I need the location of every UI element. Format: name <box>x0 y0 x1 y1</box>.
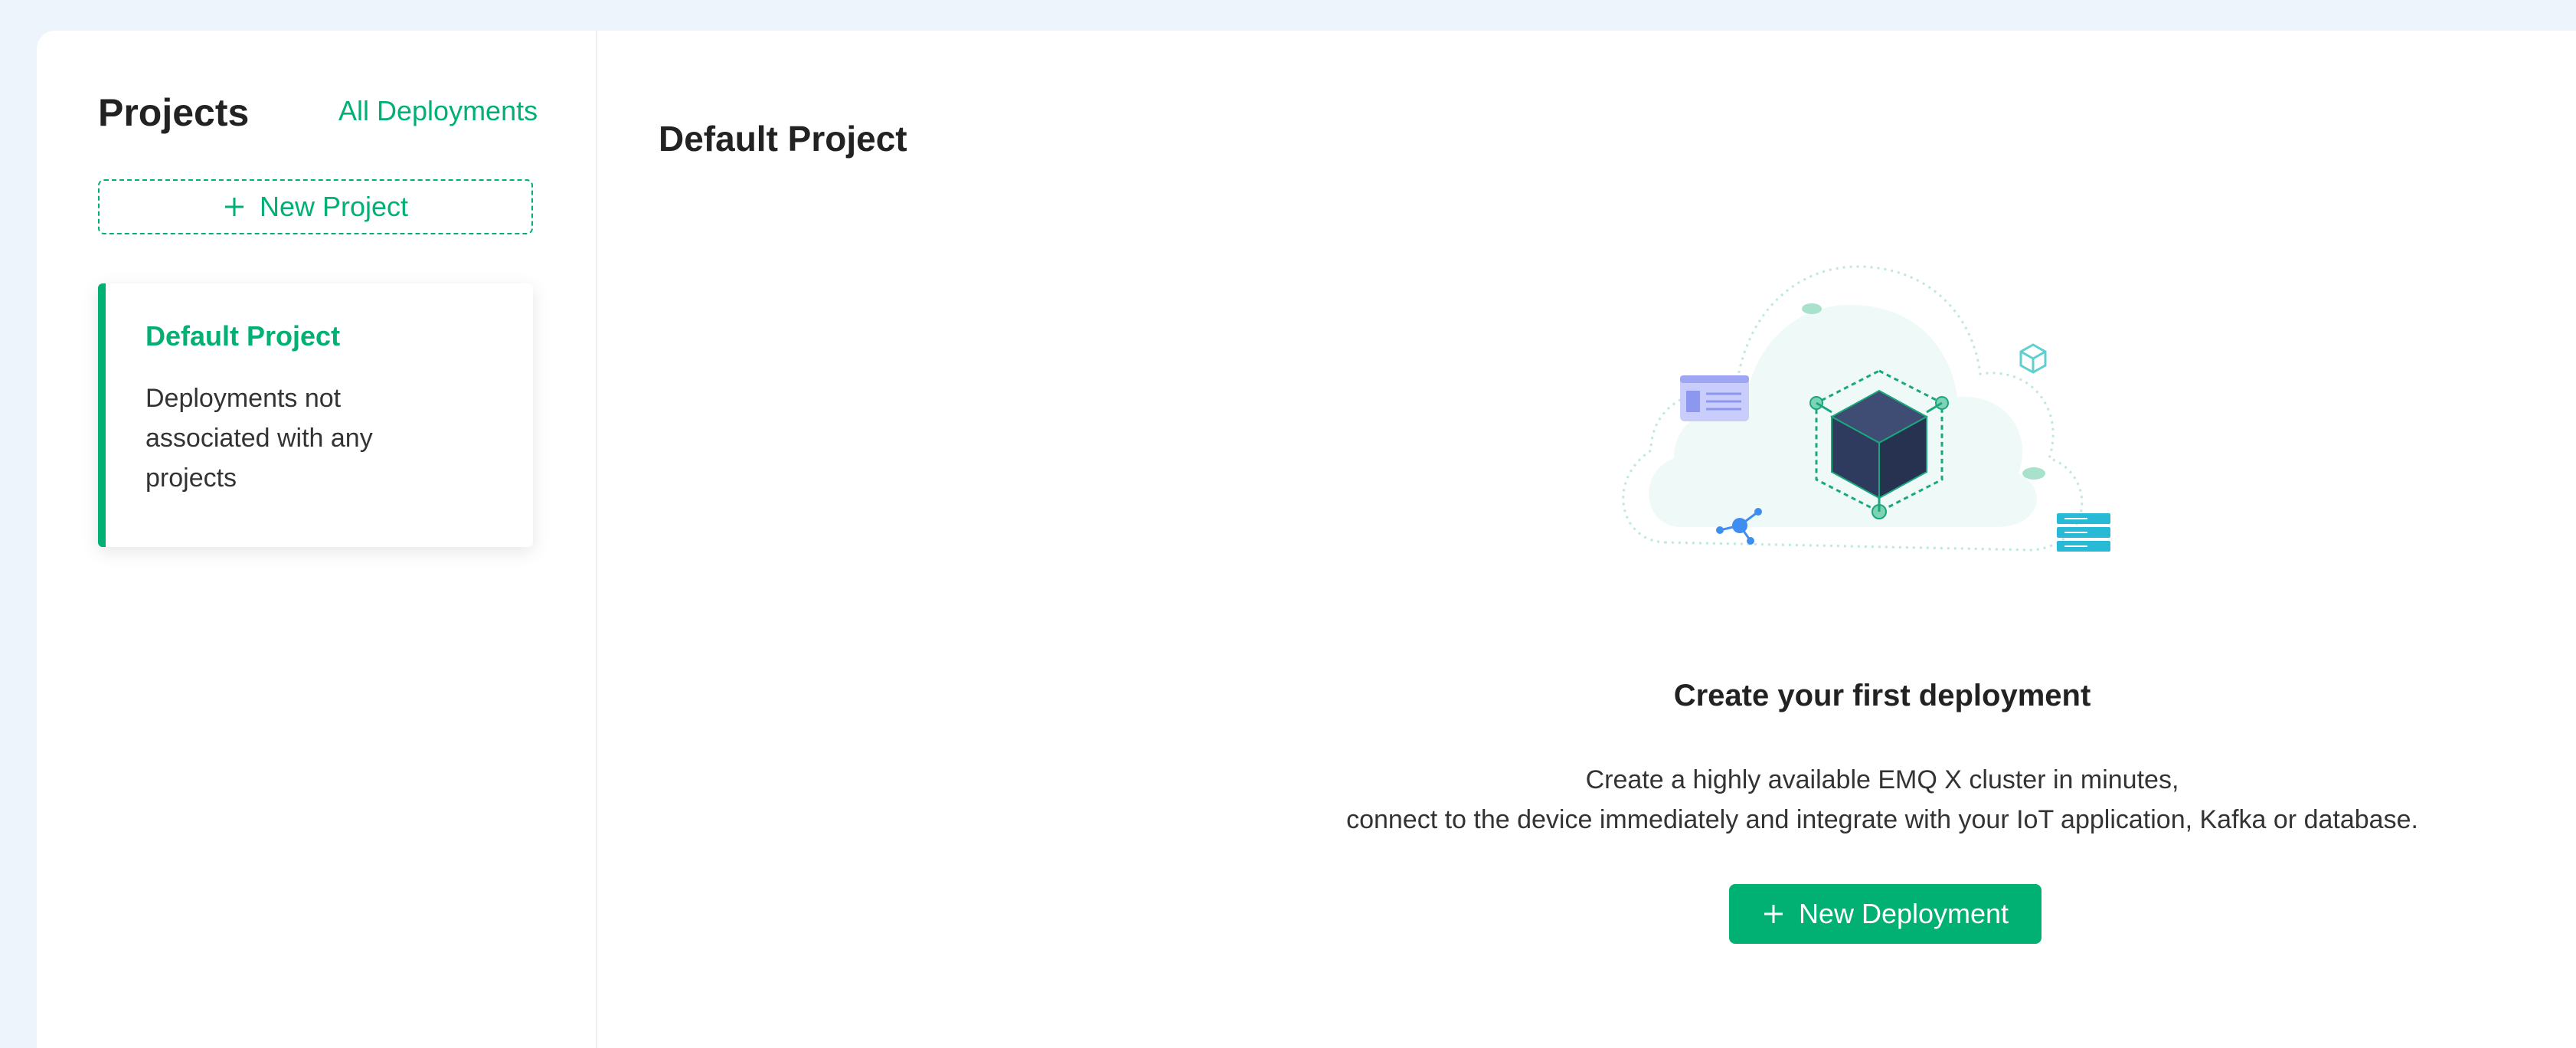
project-card-description: Deployments not associated with any proj… <box>145 384 373 493</box>
content-card: Projects All Deployments New Project Def… <box>37 31 2576 1048</box>
plus-icon <box>1764 905 1783 923</box>
plus-icon <box>224 198 244 216</box>
projects-title: Projects <box>98 91 250 134</box>
new-project-button[interactable]: New Project <box>98 179 533 234</box>
project-card-title: Default Project <box>145 320 341 352</box>
empty-state-description: Create a highly available EMQ X cluster … <box>1231 760 2533 840</box>
new-deployment-label: New Deployment <box>1798 898 2009 929</box>
empty-state-description-line2: connect to the device immediately and in… <box>1346 805 2418 834</box>
new-project-label: New Project <box>259 191 409 222</box>
all-deployments-link[interactable]: All Deployments <box>338 95 538 127</box>
page-title: Default Project <box>659 119 907 159</box>
new-deployment-button[interactable]: New Deployment <box>1729 884 2042 944</box>
project-card-default[interactable]: Default Project Deployments not associat… <box>98 283 533 547</box>
cloud-cube-illustration <box>1622 265 2110 552</box>
projects-sidebar: Projects All Deployments New Project Def… <box>37 31 597 1048</box>
empty-state-title: Create your first deployment <box>1673 679 2091 712</box>
empty-state-description-line1: Create a highly available EMQ X cluster … <box>1585 765 2179 794</box>
